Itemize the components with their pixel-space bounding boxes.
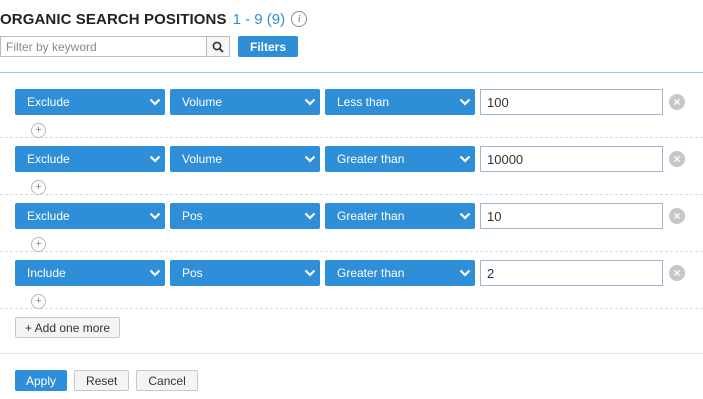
add-rule-between[interactable]: + — [31, 180, 47, 196]
select-value: Greater than — [337, 266, 405, 280]
include-exclude-select[interactable]: Exclude — [15, 89, 165, 115]
search-button[interactable] — [206, 36, 230, 57]
field-select[interactable]: Volume — [170, 146, 320, 172]
chevron-down-icon — [459, 269, 471, 277]
filter-rule: Exclude Pos Greater than × — [15, 202, 685, 230]
reset-button[interactable]: Reset — [74, 370, 130, 391]
select-value: Pos — [182, 209, 203, 223]
value-input[interactable] — [480, 203, 663, 229]
chevron-down-icon — [304, 155, 316, 163]
plus-icon[interactable]: + — [31, 180, 46, 195]
add-one-more-button[interactable]: + Add one more — [15, 317, 121, 338]
footer-actions: Apply Reset Cancel — [15, 370, 198, 391]
remove-rule-icon[interactable]: × — [669, 208, 685, 224]
chevron-down-icon — [304, 269, 316, 277]
select-value: Exclude — [27, 209, 70, 223]
header: ORGANIC SEARCH POSITIONS 1 - 9 (9) i — [0, 8, 308, 30]
select-value: Less than — [337, 95, 390, 109]
divider — [0, 137, 703, 138]
select-value: Include — [27, 266, 66, 280]
chevron-down-icon — [304, 212, 316, 220]
filter-rule: Include Pos Greater than × — [15, 259, 685, 287]
plus-icon[interactable]: + — [31, 294, 46, 309]
select-value: Pos — [182, 266, 203, 280]
search-icon — [212, 41, 224, 53]
chevron-down-icon — [149, 98, 161, 106]
select-value: Volume — [182, 152, 223, 166]
operator-select[interactable]: Greater than — [325, 260, 475, 286]
filter-rule: Exclude Volume Less than × — [15, 88, 685, 116]
value-input[interactable] — [480, 89, 663, 115]
chevron-down-icon — [459, 155, 471, 163]
filter-rule: Exclude Volume Greater than × — [15, 145, 685, 173]
operator-select[interactable]: Less than — [325, 89, 475, 115]
select-value: Exclude — [27, 152, 70, 166]
divider — [0, 72, 703, 73]
operator-select[interactable]: Greater than — [325, 146, 475, 172]
value-input[interactable] — [480, 146, 663, 172]
value-input[interactable] — [480, 260, 663, 286]
select-value: Greater than — [337, 209, 405, 223]
select-value: Greater than — [337, 152, 405, 166]
include-exclude-select[interactable]: Include — [15, 260, 165, 286]
search-row: Filters — [0, 36, 299, 57]
field-select[interactable]: Pos — [170, 260, 320, 286]
add-rule-between[interactable]: + — [31, 294, 47, 310]
include-exclude-select[interactable]: Exclude — [15, 203, 165, 229]
select-value: Exclude — [27, 95, 70, 109]
divider — [0, 353, 703, 354]
field-select[interactable]: Pos — [170, 203, 320, 229]
chevron-down-icon — [459, 212, 471, 220]
divider — [0, 308, 703, 309]
apply-button[interactable]: Apply — [15, 370, 68, 391]
search-input[interactable] — [0, 36, 206, 57]
chevron-down-icon — [149, 155, 161, 163]
filters-button[interactable]: Filters — [238, 36, 299, 57]
remove-rule-icon[interactable]: × — [669, 265, 685, 281]
select-value: Volume — [182, 95, 223, 109]
chevron-down-icon — [149, 212, 161, 220]
operator-select[interactable]: Greater than — [325, 203, 475, 229]
info-icon[interactable]: i — [291, 11, 308, 27]
plus-icon[interactable]: + — [31, 123, 46, 138]
divider — [0, 251, 703, 252]
plus-icon[interactable]: + — [31, 237, 46, 252]
remove-rule-icon[interactable]: × — [669, 151, 685, 167]
remove-rule-icon[interactable]: × — [669, 94, 685, 110]
add-rule-between[interactable]: + — [31, 237, 47, 253]
chevron-down-icon — [304, 98, 316, 106]
field-select[interactable]: Volume — [170, 89, 320, 115]
chevron-down-icon — [149, 269, 161, 277]
page-title: ORGANIC SEARCH POSITIONS — [0, 10, 227, 28]
divider — [0, 194, 703, 195]
cancel-button[interactable]: Cancel — [136, 370, 198, 391]
add-rule-between[interactable]: + — [31, 123, 47, 139]
chevron-down-icon — [459, 98, 471, 106]
include-exclude-select[interactable]: Exclude — [15, 146, 165, 172]
result-range: 1 - 9 (9) — [232, 10, 286, 28]
